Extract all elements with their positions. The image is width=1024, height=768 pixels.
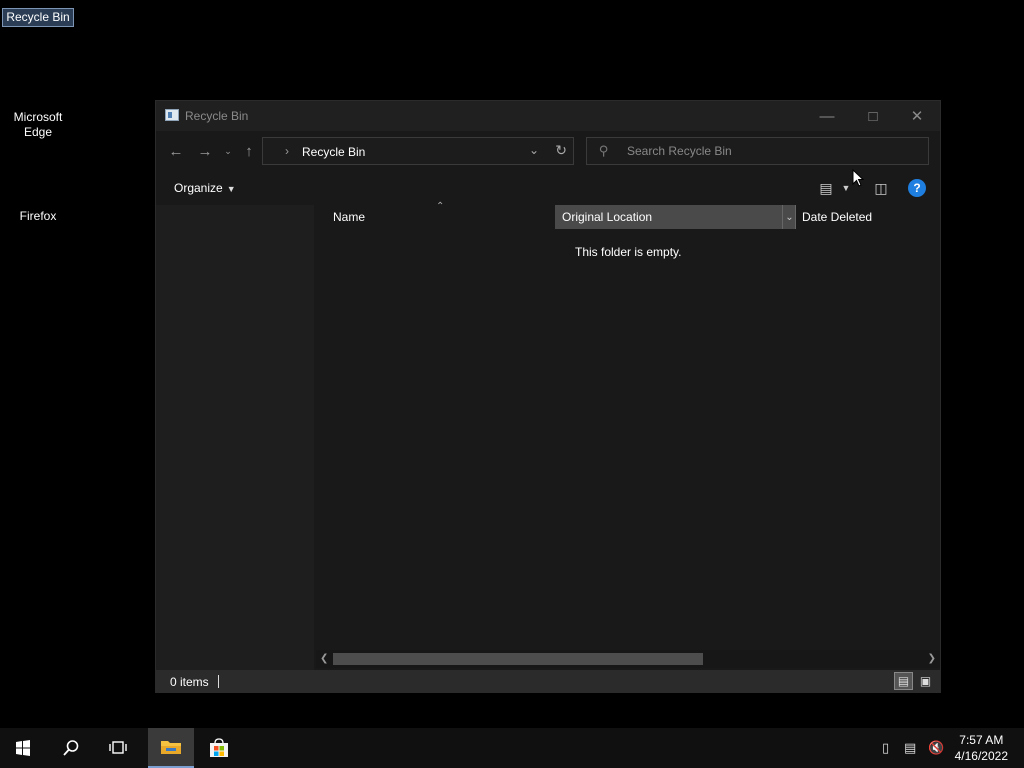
column-header-label: Original Location	[562, 210, 653, 224]
volume-muted-icon[interactable]: 🔇	[928, 740, 944, 756]
chevron-right-icon: ›	[285, 144, 289, 158]
address-bar[interactable]: › Recycle Bin ⌄ ↻	[262, 137, 574, 165]
scrollbar-thumb[interactable]	[333, 653, 703, 665]
folder-icon	[161, 741, 181, 754]
sort-ascending-icon: ⌃	[436, 201, 445, 212]
item-count: 0 items	[170, 675, 209, 689]
caret-down-icon: ▼	[226, 184, 236, 194]
recycle-bin-icon	[165, 109, 179, 121]
file-list[interactable]: Name ⌃ Original Location ⌄ Date Deleted …	[316, 201, 940, 670]
arrow-left-icon: ←	[168, 142, 184, 160]
navigation-bar: ← → ⌄ ↑ › Recycle Bin ⌄ ↻ ⚲	[156, 131, 940, 171]
address-dropdown-icon[interactable]: ⌄	[529, 143, 539, 157]
arrow-up-icon: ↑	[245, 142, 253, 160]
column-header-original-location[interactable]: Original Location	[555, 205, 796, 229]
caret-down-icon: ▼	[841, 183, 851, 193]
store-taskbar-button[interactable]	[196, 728, 242, 768]
chevron-down-icon: ⌄	[224, 145, 232, 156]
arrow-right-icon: →	[197, 142, 213, 160]
task-view-icon	[109, 741, 127, 754]
window-title: Recycle Bin	[185, 109, 249, 123]
horizontal-scrollbar[interactable]: ❮ ❯	[316, 650, 940, 668]
address-path[interactable]: Recycle Bin	[302, 145, 365, 159]
maximize-icon: □	[868, 107, 878, 125]
column-header-label: Date Deleted	[802, 210, 873, 224]
details-view-button[interactable]: ▤	[894, 672, 913, 690]
desktop-icon-label: Firefox	[19, 209, 57, 223]
organize-label: Organize	[174, 181, 223, 195]
mouse-cursor-icon	[852, 169, 864, 187]
view-options-dropdown[interactable]: ▼	[840, 179, 852, 197]
desktop-icon-label: Microsoft Edge	[13, 110, 63, 139]
close-button[interactable]: ✕	[894, 101, 940, 131]
search-icon: ⚲	[599, 143, 609, 158]
help-button[interactable]: ?	[908, 179, 926, 197]
empty-folder-message: This folder is empty.	[575, 245, 682, 259]
column-header-name[interactable]: Name	[333, 205, 365, 229]
search-input[interactable]	[627, 144, 917, 158]
desktop-icon-microsoft-edge[interactable]: Microsoft Edge	[0, 109, 76, 141]
microsoft-store-icon	[210, 738, 228, 757]
task-view-button[interactable]	[96, 728, 142, 768]
search-icon	[63, 740, 79, 756]
clock-time: 7:57 AM	[959, 733, 1004, 747]
help-icon: ?	[913, 181, 921, 195]
desktop-icon-firefox[interactable]: Firefox	[0, 208, 76, 225]
title-bar[interactable]: Recycle Bin — □ ✕	[156, 101, 940, 131]
large-icons-view-button[interactable]: ▣	[916, 672, 935, 690]
column-header-date-deleted[interactable]: Date Deleted	[802, 205, 872, 229]
windows-logo-icon	[16, 740, 30, 756]
explorer-window: Recycle Bin — □ ✕ ← → ⌄ ↑ › Recycle Bin …	[155, 100, 941, 693]
scroll-right-icon[interactable]: ❯	[928, 653, 936, 664]
desktop-icon-recycle-bin[interactable]: Recycle Bin	[0, 8, 76, 27]
scroll-left-icon[interactable]: ❮	[320, 653, 328, 664]
chevron-down-icon: ⌄	[785, 211, 794, 223]
column-header-label: Name	[333, 210, 366, 224]
column-filter-dropdown[interactable]: ⌄	[782, 205, 796, 229]
minimize-button[interactable]: —	[804, 101, 850, 131]
change-view-button[interactable]: ▤	[817, 179, 835, 197]
file-explorer-taskbar-button[interactable]	[148, 728, 194, 768]
status-divider	[218, 675, 219, 688]
status-bar: 0 items ▤ ▣	[156, 670, 940, 692]
preview-pane-button[interactable]: ◫	[872, 179, 890, 197]
details-view-icon: ▤	[819, 179, 833, 196]
up-button[interactable]: ↑	[239, 139, 259, 163]
minimize-icon: —	[819, 107, 835, 125]
start-button[interactable]	[0, 728, 46, 768]
close-icon: ✕	[910, 108, 924, 125]
forward-button[interactable]: →	[195, 139, 215, 163]
search-button[interactable]	[48, 728, 94, 768]
details-view-icon: ▤	[897, 674, 910, 688]
preview-pane-icon: ◫	[874, 179, 888, 196]
usb-device-icon[interactable]: ▯	[882, 740, 889, 756]
network-icon[interactable]: ▤	[904, 740, 916, 756]
command-bar: Organize ▼ ▤ ▼ ◫ ?	[156, 171, 940, 205]
clock-date: 4/16/2022	[954, 749, 1008, 763]
desktop-icon-label: Recycle Bin	[2, 8, 74, 27]
maximize-button[interactable]: □	[850, 101, 896, 131]
search-box[interactable]: ⚲	[586, 137, 929, 165]
navigation-pane[interactable]	[156, 205, 314, 670]
large-icons-icon: ▣	[919, 674, 932, 688]
refresh-icon[interactable]: ↻	[555, 142, 567, 159]
organize-button[interactable]: Organize ▼	[174, 181, 236, 195]
recent-locations-button[interactable]: ⌄	[222, 139, 234, 163]
taskbar: ▯ ▤ 🔇 7:57 AM 4/16/2022	[0, 728, 1024, 768]
back-button[interactable]: ←	[166, 139, 186, 163]
system-clock[interactable]: 7:57 AM 4/16/2022	[955, 732, 1008, 764]
